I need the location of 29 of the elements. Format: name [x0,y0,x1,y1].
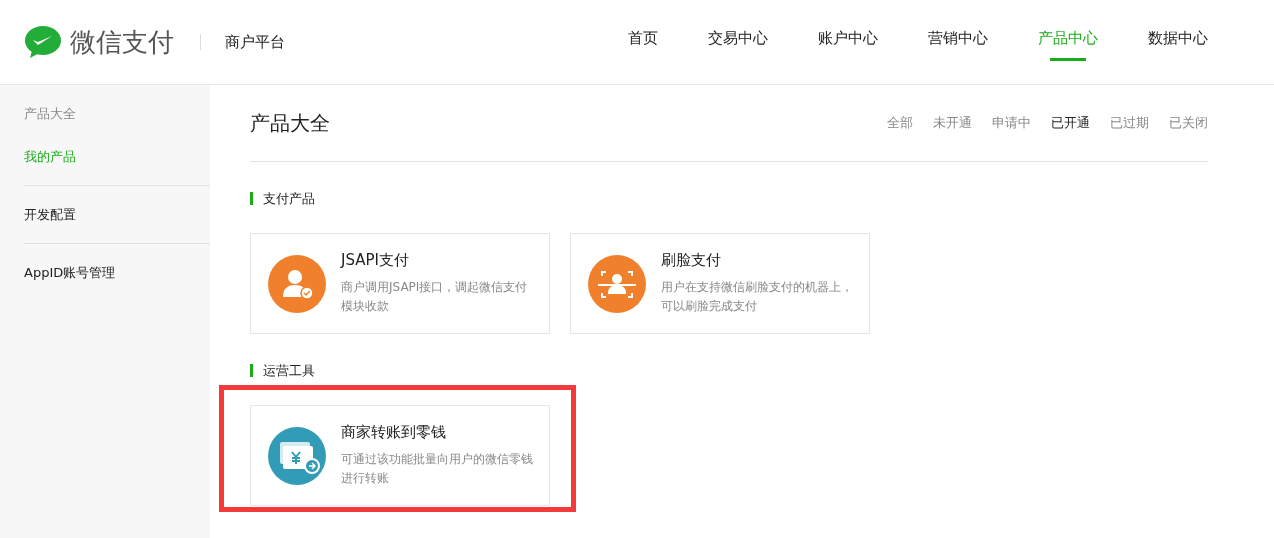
status-filter[interactable]: 未开通 [933,114,972,132]
status-filter[interactable]: 已开通 [1051,114,1090,132]
nav-tab[interactable]: 首页 [628,0,658,84]
product-title: JSAPI支付 [341,251,410,270]
sidebar-item[interactable]: 开发配置 [24,206,210,223]
sidebar-heading: 产品大全 [24,105,77,122]
nav-tab[interactable]: 数据中心 [1148,0,1208,84]
product-title: 刷脸支付 [661,251,722,270]
nav-tab[interactable]: 营销中心 [928,0,988,84]
platform-name: 商户平台 [225,32,285,52]
section-title: 运营工具 [250,364,1208,377]
product-description: 用户在支持微信刷脸支付的机器上，可以刷脸完成支付 [661,279,854,315]
product-description: 商户调用JSAPI接口，调起微信支付模块收款 [341,279,529,315]
product-title: 商家转账到零钱 [341,423,447,442]
logo-icon [24,25,62,59]
nav-tab[interactable]: 账户中心 [818,0,878,84]
product-card[interactable]: JSAPI支付 商户调用JSAPI接口，调起微信支付模块收款 [250,233,550,334]
status-filter[interactable]: 全部 [887,114,913,132]
page-title: 产品大全 [250,109,330,137]
status-filter[interactable]: 申请中 [992,114,1031,132]
status-filter[interactable]: 已关闭 [1169,114,1208,132]
status-filter[interactable]: 已过期 [1110,114,1149,132]
product-description: 可通过该功能批量向用户的微信零钱进行转账 [341,451,534,487]
nav-tab[interactable]: 交易中心 [708,0,768,84]
product-card[interactable]: 刷脸支付 用户在支持微信刷脸支付的机器上，可以刷脸完成支付 [570,233,870,334]
product-card[interactable]: 商家转账到零钱 可通过该功能批量向用户的微信零钱进行转账 [250,405,550,506]
section-title: 支付产品 [250,192,1208,205]
sidebar-item[interactable]: AppID账号管理 [24,264,210,281]
brand-name: 微信支付 [70,25,174,59]
